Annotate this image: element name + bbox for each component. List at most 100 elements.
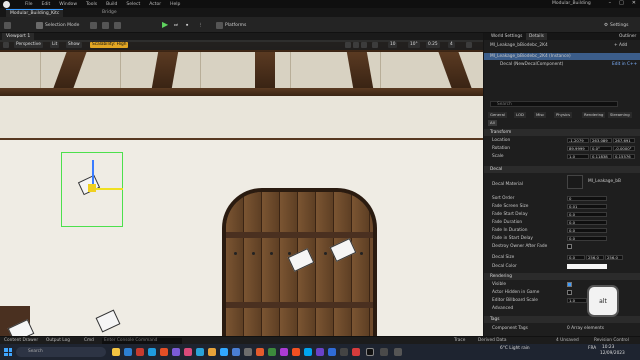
step-button[interactable]: ⏭ — [174, 21, 178, 29]
windows-start-icon[interactable] — [4, 348, 12, 356]
app-icon[interactable] — [244, 348, 252, 356]
decal-section[interactable]: Decal — [484, 166, 640, 173]
menu-actor[interactable]: Actor — [149, 2, 161, 7]
decal-size-x-field[interactable]: 0.0 — [567, 255, 585, 260]
rendering-section[interactable]: Rendering — [484, 273, 640, 280]
viewport-tab[interactable]: Viewport 1 — [2, 33, 35, 40]
menu-file[interactable]: File — [25, 2, 33, 7]
app-icon[interactable] — [380, 348, 388, 356]
rotation-z-field[interactable]: -0.0000° — [613, 146, 635, 151]
app-icon[interactable] — [292, 348, 300, 356]
maximize-viewport-icon[interactable] — [466, 42, 472, 48]
weather-widget[interactable]: 6°C Light rain — [500, 346, 530, 352]
gizmo-x-axis[interactable] — [93, 188, 123, 190]
translate-icon[interactable] — [345, 42, 351, 48]
editor-billboard-field[interactable]: 1.0 — [567, 298, 587, 303]
tab-bridge[interactable]: Bridge — [98, 9, 121, 17]
scale-snap-value[interactable]: 0.25 — [426, 42, 440, 48]
camera-speed-value[interactable]: 4 — [448, 42, 455, 48]
instance-row[interactable]: MI_Leakage_bBiodebc_2K4 (Instance) — [484, 53, 640, 60]
decal-size-y-field[interactable]: 256.0 — [586, 255, 604, 260]
rotation-snap-value[interactable]: 10° — [408, 42, 420, 48]
platforms-dropdown[interactable]: Platforms — [216, 21, 246, 29]
menu-window[interactable]: Window — [59, 2, 77, 7]
decal-color-swatch[interactable] — [567, 264, 607, 269]
grid-snap-value[interactable]: 10 — [388, 42, 398, 48]
scale-y-field[interactable]: 0.11838 — [590, 154, 612, 159]
app-icon[interactable] — [352, 348, 360, 356]
sort-order-field[interactable]: 0 — [567, 196, 607, 201]
app-icon[interactable] — [256, 348, 264, 356]
taskbar-search[interactable]: Search — [16, 347, 106, 357]
minimize-icon[interactable]: – — [609, 0, 612, 6]
app-icon[interactable] — [184, 348, 192, 356]
scale-icon[interactable] — [361, 42, 367, 48]
selection-mode-dropdown[interactable]: Selection Mode — [36, 21, 79, 29]
tab-details[interactable]: Details — [526, 33, 547, 40]
rotate-icon[interactable] — [353, 42, 359, 48]
scale-x-field[interactable]: 1.0 — [567, 154, 589, 159]
tab-outliner[interactable]: Outliner — [616, 33, 639, 40]
cat-rendering[interactable]: Rendering — [582, 112, 606, 118]
level-viewport[interactable]: Perspective Lit Show Scalability: High 1… — [0, 40, 483, 336]
tags-section[interactable]: Tags — [484, 316, 640, 323]
visible-checkbox[interactable] — [567, 282, 572, 287]
cat-physics[interactable]: Physics — [554, 112, 573, 118]
menu-help[interactable]: Help — [170, 2, 180, 7]
actor-name[interactable]: MI_Leakage_bBiodebc_2K4 — [490, 42, 548, 49]
app-icon[interactable] — [316, 348, 324, 356]
world-local-icon[interactable] — [372, 42, 378, 48]
menu-tools[interactable]: Tools — [86, 2, 97, 7]
app-icon[interactable] — [340, 348, 348, 356]
location-x-field[interactable]: -1.2079 — [567, 138, 589, 143]
app-icon[interactable] — [196, 348, 204, 356]
show-dropdown[interactable]: Show — [66, 42, 82, 48]
scalability-badge[interactable]: Scalability: High — [90, 42, 129, 48]
gizmo-z-axis[interactable] — [92, 160, 94, 186]
app-icon[interactable] — [304, 348, 312, 356]
decal-material-thumbnail[interactable] — [567, 175, 583, 189]
rotation-y-field[interactable]: 0.0° — [590, 146, 612, 151]
play-options-button[interactable]: ⋮ — [198, 21, 203, 29]
edit-in-cpp-link[interactable]: Edit in C++ — [612, 61, 637, 68]
language-indicator[interactable]: FRA — [588, 346, 596, 352]
perspective-dropdown[interactable]: Perspective — [14, 42, 43, 48]
fade-duration-field[interactable]: 0.0 — [567, 220, 607, 225]
file-explorer-icon[interactable] — [112, 348, 120, 356]
app-icon[interactable] — [172, 348, 180, 356]
app-icon[interactable] — [232, 348, 240, 356]
fade-in-duration-field[interactable]: 0.0 — [567, 228, 607, 233]
unreal-taskbar-icon[interactable] — [366, 348, 374, 356]
fade-in-start-delay-field[interactable]: 0.0 — [567, 236, 607, 241]
cat-general[interactable]: General — [488, 112, 507, 118]
tab-world-settings[interactable]: World Settings — [488, 33, 525, 40]
tab-level[interactable]: Modular_Building_Kitc — [6, 9, 64, 17]
store-icon[interactable] — [124, 348, 132, 356]
lit-dropdown[interactable]: Lit — [50, 42, 60, 48]
chrome-icon[interactable] — [160, 348, 168, 356]
play-button[interactable]: ▶ — [162, 21, 168, 29]
app-icon[interactable] — [328, 348, 336, 356]
cat-all[interactable]: All — [488, 120, 497, 126]
menu-edit[interactable]: Edit — [42, 2, 51, 7]
cat-lod[interactable]: LOD — [514, 112, 526, 118]
actor-hidden-checkbox[interactable] — [567, 290, 572, 295]
content-button[interactable] — [90, 21, 97, 29]
destroy-owner-checkbox[interactable] — [567, 244, 572, 249]
gizmo-center[interactable] — [88, 184, 96, 192]
viewport-menu-icon[interactable] — [3, 42, 9, 48]
scale-z-field[interactable]: 0.15576 — [613, 154, 635, 159]
close-icon[interactable]: ✕ — [632, 0, 636, 6]
cat-streaming[interactable]: Streaming — [608, 112, 632, 118]
rotation-x-field[interactable]: 89.9999 — [567, 146, 589, 151]
cinematics-button[interactable] — [114, 21, 121, 29]
add-component-button[interactable]: + Add — [614, 42, 627, 49]
transform-section[interactable]: Transform — [484, 129, 640, 136]
decal-material-value[interactable]: MI_Leakage_bB — [588, 178, 621, 185]
app-icon[interactable] — [208, 348, 216, 356]
app-icon[interactable] — [280, 348, 288, 356]
cat-misc[interactable]: Misc — [534, 112, 547, 118]
blueprint-button[interactable] — [102, 21, 109, 29]
save-button[interactable] — [4, 21, 11, 29]
app-icon[interactable] — [394, 348, 402, 356]
